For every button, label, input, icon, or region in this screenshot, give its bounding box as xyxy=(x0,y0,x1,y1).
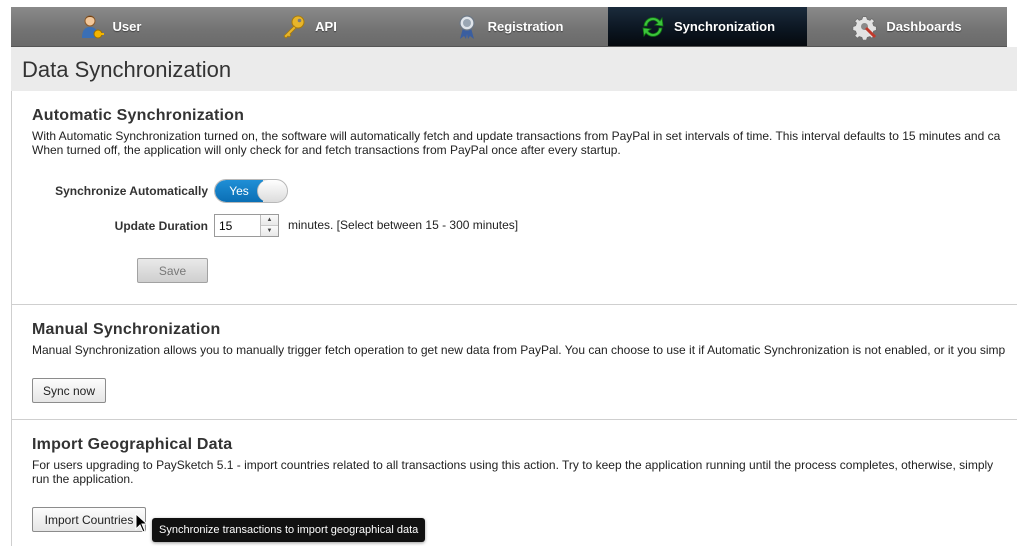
sync-auto-toggle[interactable]: Yes xyxy=(214,179,288,203)
gear-wrench-icon xyxy=(852,14,878,40)
import-countries-tooltip: Synchronize transactions to import geogr… xyxy=(152,518,426,542)
auto-sync-section: Automatic Synchronization With Automatic… xyxy=(12,91,1017,304)
stepper-down-arrow-icon[interactable]: ▼ xyxy=(261,226,278,236)
tab-synchronization-label: Synchronization xyxy=(673,19,776,34)
tab-bar: User API Registration Synchronization Da… xyxy=(11,7,1007,47)
update-duration-input[interactable] xyxy=(215,215,261,236)
tab-registration-label: Registration xyxy=(487,19,564,34)
toggle-yes-label: Yes xyxy=(215,180,263,202)
tab-registration[interactable]: Registration xyxy=(409,7,608,46)
update-duration-hint: minutes. [Select between 15 - 300 minute… xyxy=(288,218,519,232)
window-edge xyxy=(1007,7,1017,46)
sync-auto-label: Synchronize Automatically xyxy=(55,184,208,198)
key-icon xyxy=(281,14,307,40)
auto-sync-description-line2: When turned off, the application will on… xyxy=(32,143,621,157)
manual-sync-description: Manual Synchronization allows you to man… xyxy=(32,343,1006,357)
update-duration-label: Update Duration xyxy=(114,219,208,233)
manual-sync-heading: Manual Synchronization xyxy=(32,321,221,338)
ribbon-badge-icon xyxy=(454,14,480,40)
tab-user[interactable]: User xyxy=(11,7,209,46)
sync-now-button[interactable]: Sync now xyxy=(32,378,106,403)
tab-api-label: API xyxy=(315,19,337,34)
page-title-bar: Data Synchronization xyxy=(11,47,1017,91)
geo-import-description-line2: run the application. xyxy=(32,472,134,486)
page-title: Data Synchronization xyxy=(22,57,232,82)
tab-dashboards-label: Dashboards xyxy=(886,19,962,34)
save-button[interactable]: Save xyxy=(137,258,208,283)
geo-import-heading: Import Geographical Data xyxy=(32,436,233,453)
tab-dashboards[interactable]: Dashboards xyxy=(807,7,1007,46)
tab-api[interactable]: API xyxy=(209,7,409,46)
toggle-knob xyxy=(257,180,287,202)
user-icon xyxy=(79,14,105,40)
tab-user-label: User xyxy=(112,19,142,34)
stepper-up-arrow-icon[interactable]: ▲ xyxy=(261,215,278,226)
mouse-pointer-icon xyxy=(135,513,149,533)
import-countries-button[interactable]: Import Countries xyxy=(32,507,146,532)
settings-panel: Automatic Synchronization With Automatic… xyxy=(11,91,1017,546)
manual-sync-section: Manual Synchronization Manual Synchroniz… xyxy=(12,305,1017,419)
auto-sync-description-line1: With Automatic Synchronization turned on… xyxy=(32,129,1001,143)
geo-import-description-line1: For users upgrading to PaySketch 5.1 - i… xyxy=(32,458,994,472)
sync-arrows-icon xyxy=(640,14,666,40)
auto-sync-heading: Automatic Synchronization xyxy=(32,107,245,124)
update-duration-stepper: ▲ ▼ xyxy=(214,214,279,237)
stepper-arrows: ▲ ▼ xyxy=(260,215,278,236)
geo-import-section: Import Geographical Data For users upgra… xyxy=(12,420,1017,546)
tab-synchronization[interactable]: Synchronization xyxy=(608,7,807,46)
